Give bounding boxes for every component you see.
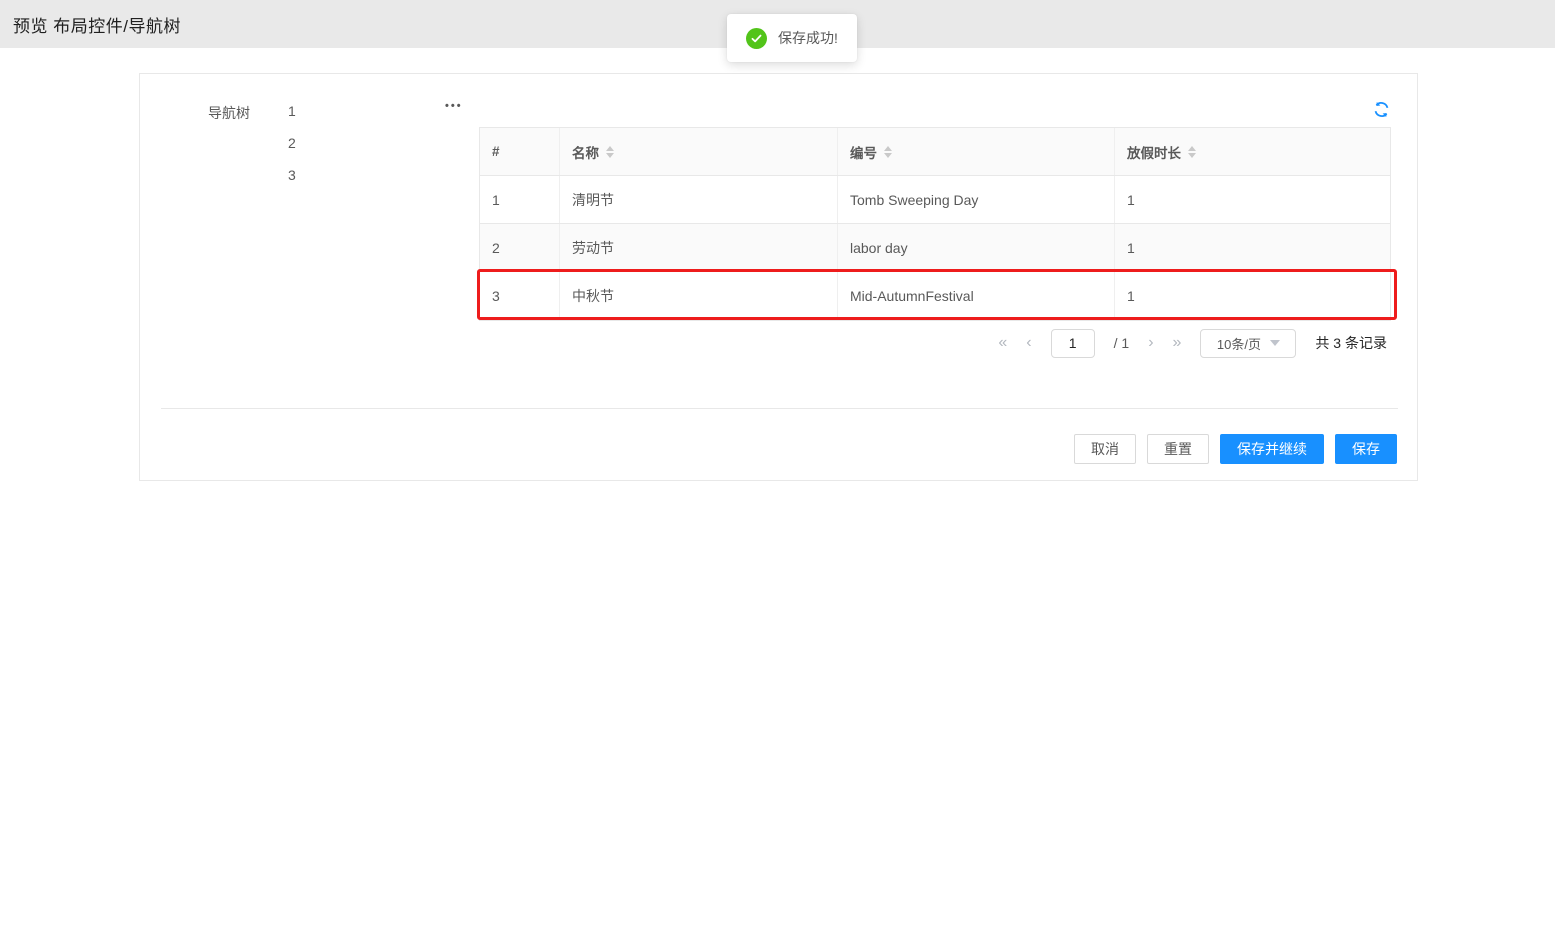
success-check-icon	[746, 28, 767, 49]
caret-down-icon	[884, 153, 892, 158]
sort-icon[interactable]	[1188, 146, 1196, 158]
page-number-input[interactable]	[1051, 329, 1095, 358]
total-records-label: 共 3 条记录	[1315, 333, 1387, 353]
column-header-duration[interactable]: 放假时长	[1115, 128, 1392, 175]
cell-duration: 1	[1115, 224, 1392, 271]
prev-page-button[interactable]: ‹	[1026, 328, 1031, 358]
column-header-label: 编号	[850, 142, 877, 162]
reset-button[interactable]: 重置	[1147, 434, 1209, 464]
cell-duration: 1	[1115, 176, 1392, 223]
cell-name: 劳动节	[560, 224, 838, 271]
sort-icon[interactable]	[884, 146, 892, 158]
page-title: 预览 布局控件/导航树	[13, 12, 181, 37]
tree-item-2[interactable]: 2	[288, 127, 408, 159]
footer-divider	[161, 408, 1398, 409]
navigation-tree: 1 2 3	[288, 95, 408, 191]
pagination: « ‹ / 1 › » 10条/页 共 3 条记录	[998, 328, 1387, 358]
caret-up-icon	[606, 146, 614, 151]
toast-message: 保存成功!	[778, 28, 838, 48]
refresh-icon	[1373, 106, 1390, 121]
chevron-down-icon	[1270, 340, 1280, 346]
cell-index: 2	[480, 224, 560, 271]
next-page-button[interactable]: ›	[1148, 328, 1153, 358]
sort-icon[interactable]	[606, 146, 614, 158]
table-row[interactable]: 2 劳动节 labor day 1	[480, 224, 1390, 272]
table-row-highlighted[interactable]: 3 中秋节 Mid-AutumnFestival 1	[480, 272, 1390, 320]
table-header-row: # 名称 编号 放假时长	[480, 128, 1390, 176]
page-size-value: 10条/页	[1217, 334, 1261, 353]
column-header-name[interactable]: 名称	[560, 128, 838, 175]
cell-index: 1	[480, 176, 560, 223]
column-header-label: #	[492, 144, 500, 159]
column-header-index: #	[480, 128, 560, 175]
column-header-label: 名称	[572, 142, 599, 162]
column-header-label: 放假时长	[1127, 142, 1181, 162]
page-size-select[interactable]: 10条/页	[1200, 329, 1296, 358]
cell-name: 中秋节	[560, 272, 838, 319]
cell-code: Mid-AutumnFestival	[838, 272, 1115, 319]
cell-name: 清明节	[560, 176, 838, 223]
tree-item-3[interactable]: 3	[288, 159, 408, 191]
cell-index: 3	[480, 272, 560, 319]
cell-code: labor day	[838, 224, 1115, 271]
holiday-table: # 名称 编号 放假时长 1 清明节 Tomb Sweeping Day 1 2…	[479, 127, 1391, 321]
table-row[interactable]: 1 清明节 Tomb Sweeping Day 1	[480, 176, 1390, 224]
caret-down-icon	[1188, 153, 1196, 158]
last-page-button[interactable]: »	[1173, 328, 1182, 358]
first-page-button[interactable]: «	[998, 328, 1007, 358]
cancel-button[interactable]: 取消	[1074, 434, 1136, 464]
caret-up-icon	[884, 146, 892, 151]
cell-code: Tomb Sweeping Day	[838, 176, 1115, 223]
caret-down-icon	[606, 153, 614, 158]
tree-label: 导航树	[208, 103, 250, 123]
more-actions-icon[interactable]: •••	[445, 100, 463, 112]
footer-actions: 取消 重置 保存并继续 保存	[1074, 434, 1397, 464]
refresh-button[interactable]	[1371, 101, 1391, 121]
preview-panel: 导航树 1 2 3 ••• # 名称	[139, 73, 1418, 481]
save-button[interactable]: 保存	[1335, 434, 1397, 464]
page-count-label: / 1	[1114, 335, 1130, 351]
toast-save-success: 保存成功!	[727, 14, 857, 62]
tree-item-1[interactable]: 1	[288, 95, 408, 127]
save-and-continue-button[interactable]: 保存并继续	[1220, 434, 1324, 464]
column-header-code[interactable]: 编号	[838, 128, 1115, 175]
cell-duration: 1	[1115, 272, 1392, 319]
caret-up-icon	[1188, 146, 1196, 151]
